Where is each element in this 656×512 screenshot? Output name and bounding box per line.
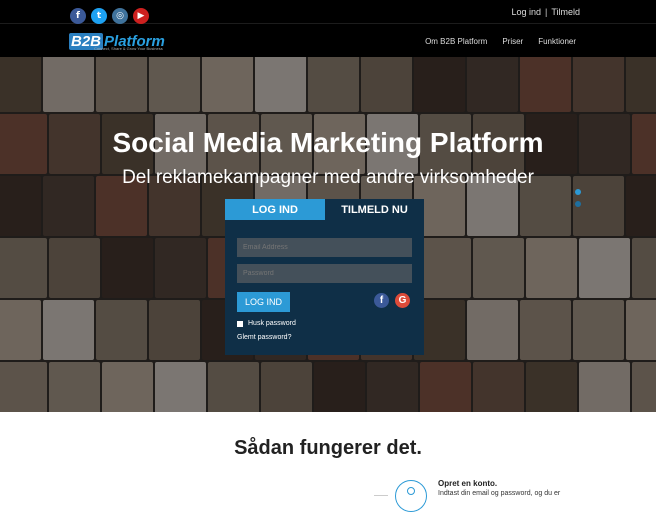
step-1-text: Indtast din email og password, og du er	[438, 490, 561, 497]
nav-item-features[interactable]: Funktioner	[538, 37, 576, 46]
step-connector	[374, 495, 388, 496]
logo-tagline: Connect, Share & Grow Your Business	[94, 46, 163, 51]
youtube-icon[interactable]: ▶	[133, 8, 149, 24]
twitter-icon[interactable]: t	[91, 8, 107, 24]
instagram-icon[interactable]: ◎	[112, 8, 128, 24]
remember-label: Husk password	[248, 320, 296, 327]
link-separator: |	[544, 7, 548, 17]
carousel-dot-2[interactable]	[575, 201, 581, 207]
tab-signup[interactable]: TILMELD NU	[325, 199, 424, 220]
carousel-dots	[575, 189, 581, 213]
login-button[interactable]: LOG IND	[237, 292, 290, 312]
how-it-works-title: Sådan fungerer det.	[234, 437, 422, 459]
signup-link[interactable]: Tilmeld	[551, 7, 580, 17]
remember-checkbox[interactable]	[237, 321, 243, 327]
google-login-icon[interactable]: G	[395, 293, 410, 308]
main-nav: Om B2B Platform Priser Funktioner	[425, 37, 576, 46]
login-link[interactable]: Log ind	[511, 7, 541, 17]
hero-title: Social Media Marketing Platform	[112, 127, 544, 158]
user-icon-head	[407, 487, 415, 495]
carousel-dot-1[interactable]	[575, 189, 581, 195]
logo[interactable]: B2B Platform Connect, Share & Grow Your …	[69, 31, 165, 51]
hero-subtitle: Del reklamekampagner med andre virksomhe…	[122, 167, 534, 188]
email-field[interactable]	[237, 238, 412, 257]
user-icon	[395, 480, 427, 512]
password-field[interactable]	[237, 264, 412, 283]
facebook-icon[interactable]: f	[70, 8, 86, 24]
facebook-login-icon[interactable]: f	[374, 293, 389, 308]
nav-item-pricing[interactable]: Priser	[502, 37, 523, 46]
forgot-password-link[interactable]: Glemt password?	[237, 334, 291, 341]
tab-login[interactable]: LOG IND	[225, 199, 325, 220]
login-tabs: LOG IND TILMELD NU	[225, 199, 424, 220]
nav-item-about[interactable]: Om B2B Platform	[425, 37, 487, 46]
top-bar: f t ◎ ▶ Log ind | Tilmeld B2B Platform C…	[0, 0, 656, 57]
step-1-title: Opret en konto.	[438, 479, 498, 488]
account-links: Log ind | Tilmeld	[511, 7, 580, 17]
